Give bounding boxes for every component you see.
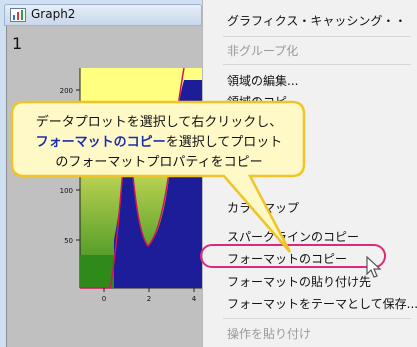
mouse-pointer-icon bbox=[366, 256, 382, 278]
menu-item-edit-region[interactable]: 領域の編集... bbox=[227, 72, 298, 89]
layer-number[interactable]: 1 bbox=[12, 34, 22, 53]
menu-item-copy-sparkline[interactable]: スパークラインのコピー bbox=[227, 228, 359, 245]
graph-window-title: Graph2 bbox=[31, 7, 76, 21]
x-axis-ticks bbox=[103, 288, 195, 292]
x-tick-label: 0 bbox=[102, 295, 106, 303]
callout-line-2: フォーマットのコピーを選択してプロット bbox=[28, 133, 290, 153]
y-tick-label: 200 bbox=[60, 87, 73, 95]
x-tick-label: 4 bbox=[192, 295, 197, 303]
menu-item-save-format-as-theme[interactable]: フォーマットをテーマとして保存... bbox=[227, 295, 417, 312]
menu-item-paste-operation[interactable]: 操作を貼り付け bbox=[227, 325, 311, 342]
callout-line-2-bold: フォーマットのコピー bbox=[35, 135, 166, 150]
callout-line-1: データプロットを選択して右クリックし、 bbox=[35, 115, 283, 130]
y-tick-label: 100 bbox=[60, 187, 73, 195]
callout-line-2-rest: を選択してプロット bbox=[165, 135, 283, 150]
menu-item-graphics-caching[interactable]: グラフィクス・キャッシング・・ bbox=[227, 12, 406, 29]
menu-separator bbox=[223, 36, 411, 37]
menu-item-paste-format-to[interactable]: フォーマットの貼り付け先 bbox=[227, 273, 371, 290]
callout-text: データプロットを選択して右クリックし、 フォーマットのコピーを選択してプロット … bbox=[28, 113, 290, 173]
menu-separator bbox=[223, 318, 411, 319]
callout-bubble: データプロットを選択して右クリックし、 フォーマットのコピーを選択してプロット … bbox=[10, 100, 306, 253]
callout-line-3: のフォーマットプロパティをコピー bbox=[55, 155, 263, 170]
menu-item-ungroup[interactable]: 非グループ化 bbox=[227, 42, 298, 59]
graph-window-titlebar[interactable]: Graph2 bbox=[4, 4, 202, 26]
graph-icon bbox=[10, 8, 26, 22]
menu-separator bbox=[223, 64, 411, 65]
y-tick-label: 50 bbox=[64, 237, 73, 245]
x-tick-label: 2 bbox=[147, 295, 151, 303]
copy-format-highlight-ring bbox=[200, 244, 386, 268]
